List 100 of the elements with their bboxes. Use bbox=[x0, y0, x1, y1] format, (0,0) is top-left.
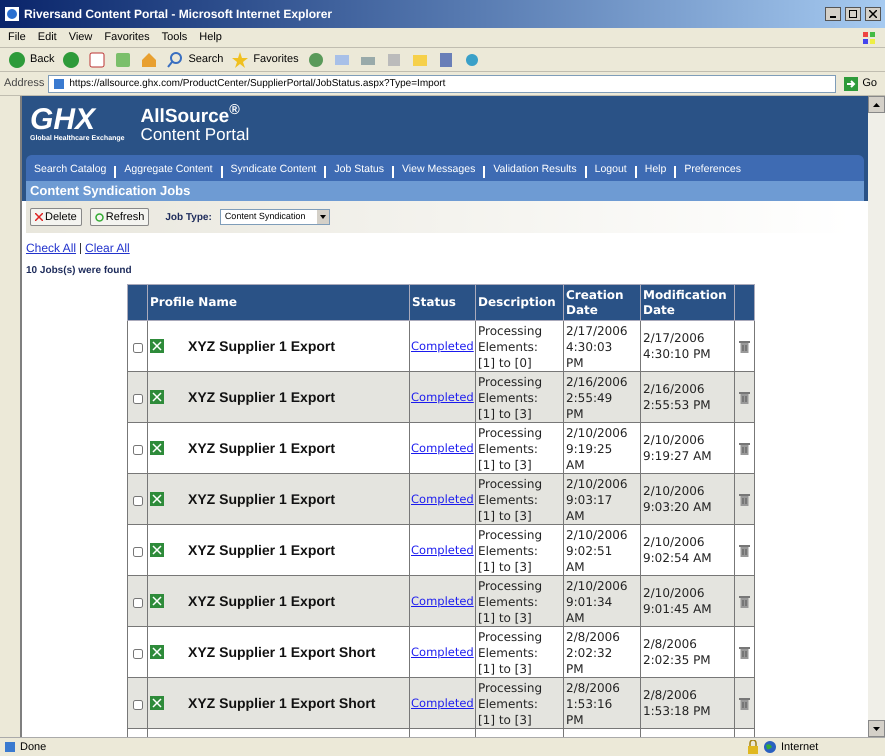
creation-date: 2/8/2006 2:02:32 PM bbox=[566, 629, 621, 677]
nav-link[interactable]: Job Status bbox=[334, 162, 384, 178]
arrow-icon bbox=[844, 76, 858, 90]
nav-link[interactable]: Search Catalog bbox=[34, 162, 106, 178]
row-checkbox[interactable] bbox=[132, 700, 142, 710]
menu-item[interactable]: Help bbox=[199, 29, 222, 46]
maximize-icon bbox=[849, 10, 857, 18]
menu-item[interactable]: Tools bbox=[162, 29, 188, 46]
trash-icon[interactable] bbox=[739, 646, 750, 660]
section-header: Content Syndication Jobs bbox=[26, 181, 864, 201]
description-text: Processing Elements: [1] to [3] bbox=[478, 629, 544, 677]
trash-icon[interactable] bbox=[739, 442, 750, 456]
menu-item[interactable]: Favorites bbox=[104, 29, 150, 46]
search-icon[interactable] bbox=[166, 50, 184, 68]
cross-icon bbox=[35, 213, 43, 221]
ghx-logo: GHX bbox=[30, 106, 96, 134]
column-header: Status bbox=[412, 295, 456, 309]
result-count: 10 Jobs(s) were found bbox=[25, 264, 133, 278]
modification-date: 2/17/2006 4:30:10 PM bbox=[643, 330, 712, 362]
page-icon bbox=[4, 741, 16, 753]
spreadsheet-icon bbox=[150, 594, 164, 608]
page-icon bbox=[53, 78, 66, 90]
creation-date: 2/16/2006 2:55:49 PM bbox=[566, 374, 629, 422]
row-checkbox[interactable] bbox=[132, 547, 142, 557]
creation-date: 2/17/2006 4:30:03 PM bbox=[566, 323, 629, 371]
spreadsheet-icon bbox=[150, 390, 164, 404]
row-checkbox[interactable] bbox=[132, 343, 142, 353]
nav-link[interactable]: Logout bbox=[594, 162, 627, 178]
windows-flag-icon bbox=[861, 30, 877, 46]
creation-date: 2/10/2006 9:01:34 AM bbox=[566, 578, 629, 626]
nav-link[interactable]: Validation Results bbox=[493, 162, 577, 178]
go-button[interactable]: Go bbox=[840, 75, 881, 92]
minimize-button[interactable] bbox=[825, 7, 841, 21]
delete-button[interactable]: Delete bbox=[30, 208, 82, 226]
spreadsheet-icon bbox=[150, 696, 164, 710]
creation-date: 2/10/2006 9:02:51 AM bbox=[566, 527, 629, 575]
toolbar-label[interactable]: Search bbox=[188, 51, 224, 68]
text-link[interactable]: Check All bbox=[26, 239, 76, 257]
globe-icon bbox=[763, 740, 777, 754]
nav-link[interactable]: View Messages bbox=[402, 162, 476, 178]
menu-item[interactable]: File bbox=[8, 29, 26, 46]
job-type-select[interactable]: Content Syndication bbox=[220, 209, 330, 225]
row-checkbox[interactable] bbox=[132, 598, 142, 608]
spreadsheet-icon bbox=[150, 339, 164, 353]
dropdown-arrow-icon bbox=[320, 215, 326, 219]
menu-item[interactable]: Edit bbox=[38, 29, 57, 46]
scroll-down-icon[interactable] bbox=[873, 726, 880, 730]
column-header: Modification Date bbox=[643, 288, 727, 316]
profile-name: XYZ Supplier 1 Export bbox=[188, 338, 336, 354]
close-button[interactable] bbox=[865, 7, 881, 21]
profile-name: XYZ Supplier 1 Export bbox=[188, 389, 336, 405]
status-text: Done bbox=[20, 740, 48, 755]
nav-link[interactable]: Syndicate Content bbox=[230, 162, 316, 178]
trash-icon[interactable] bbox=[739, 391, 750, 404]
profile-name: XYZ Supplier 1 Export bbox=[188, 542, 336, 558]
row-checkbox[interactable] bbox=[132, 649, 142, 659]
creation-date: 2/10/2006 9:19:25 AM bbox=[566, 425, 629, 473]
description-text: Processing Elements: [1] to [3] bbox=[478, 374, 544, 422]
modification-date: 2/8/2006 2:02:35 PM bbox=[643, 636, 712, 668]
row-checkbox[interactable] bbox=[132, 394, 142, 404]
trash-icon[interactable] bbox=[739, 544, 750, 558]
trash-icon[interactable] bbox=[739, 697, 750, 710]
product-subtitle: Content Portal bbox=[140, 126, 250, 144]
creation-date: 2/8/2006 1:53:16 PM bbox=[566, 680, 621, 728]
trash-icon[interactable] bbox=[739, 595, 750, 608]
nav-link[interactable]: Preferences bbox=[684, 162, 741, 178]
description-text: Processing Elements: [1] to [0] bbox=[478, 323, 544, 371]
toolbar-label[interactable]: Favorites bbox=[253, 51, 299, 68]
profile-name: XYZ Supplier 1 Export Short bbox=[188, 695, 376, 711]
nav-link[interactable]: Aggregate Content bbox=[124, 162, 213, 178]
description-text: Processing Elements: [1] to [3] bbox=[478, 425, 544, 473]
scroll-up-icon[interactable] bbox=[873, 102, 880, 106]
scrollbar[interactable] bbox=[868, 96, 885, 737]
description-text: Processing Elements: [1] to [3] bbox=[478, 527, 544, 575]
toolbar-label[interactable]: Back bbox=[30, 51, 54, 68]
modification-date: 2/8/2006 1:53:18 PM bbox=[643, 687, 712, 719]
trash-icon[interactable] bbox=[739, 493, 750, 506]
maximize-button[interactable] bbox=[845, 7, 861, 21]
trash-icon[interactable] bbox=[739, 340, 750, 354]
spreadsheet-icon bbox=[150, 543, 164, 557]
description-text: Processing Elements: [1] to [3] bbox=[478, 680, 544, 728]
profile-name: XYZ Supplier 1 Export bbox=[188, 593, 336, 609]
menu-item[interactable]: View bbox=[68, 29, 92, 46]
zone-text: Internet bbox=[781, 740, 820, 755]
description-text: Processing Elements: [1] to [3] bbox=[478, 476, 544, 524]
text-link[interactable]: Clear All bbox=[85, 239, 130, 257]
lock-icon bbox=[747, 740, 759, 754]
row-checkbox[interactable] bbox=[132, 496, 142, 506]
profile-name: XYZ Supplier 1 Export bbox=[188, 440, 336, 456]
job-type-label: Job Type: bbox=[165, 210, 212, 224]
address-field[interactable]: https://allsource.ghx.com/ProductCenter/SupplierPortal/JobStatus.aspx?Type=Import bbox=[48, 74, 836, 92]
refresh-button[interactable]: Refresh bbox=[90, 208, 150, 226]
spreadsheet-icon bbox=[150, 492, 164, 506]
address-label: Address bbox=[4, 76, 44, 92]
row-checkbox[interactable] bbox=[132, 445, 142, 455]
nav-link[interactable]: Help bbox=[644, 162, 666, 178]
browser-icon bbox=[4, 6, 20, 22]
spreadsheet-icon bbox=[150, 645, 164, 659]
modification-date: 2/10/2006 9:01:45 AM bbox=[643, 585, 713, 617]
column-header: Creation Date bbox=[566, 288, 624, 316]
